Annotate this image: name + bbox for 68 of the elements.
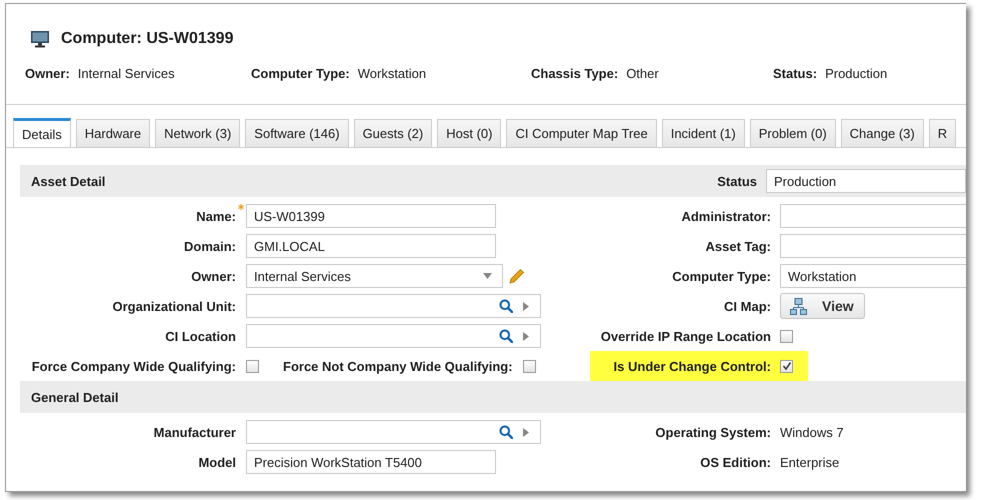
search-icon[interactable] xyxy=(499,299,513,313)
expand-arrow-icon[interactable] xyxy=(523,302,529,310)
tab[interactable]: Guests (2) xyxy=(354,119,432,147)
expand-arrow-icon[interactable] xyxy=(523,332,529,340)
select-field[interactable]: Workstation xyxy=(780,264,966,288)
meta-value: Workstation xyxy=(358,66,426,81)
field-label: Name: xyxy=(195,208,236,224)
lookup-field[interactable] xyxy=(246,324,541,348)
checkbox[interactable] xyxy=(522,360,536,372)
tab[interactable]: Details xyxy=(13,118,71,147)
field-label: CI Map: xyxy=(723,298,771,314)
field-value: Enterprise xyxy=(780,454,840,470)
field-label: Administrator: xyxy=(680,208,771,224)
field-label: Force Company Wide Qualifying: xyxy=(30,358,236,374)
field-label: Computer Type: xyxy=(671,268,771,284)
monitor-icon xyxy=(30,30,50,48)
section-title: General Detail xyxy=(30,390,120,404)
text-field[interactable] xyxy=(780,234,966,258)
tab[interactable]: Problem (0) xyxy=(750,119,836,147)
tab[interactable]: Host (0) xyxy=(437,119,502,147)
text-field[interactable]: Precision WorkStation T5400 xyxy=(246,450,496,474)
page-title: Computer: US-W01399 xyxy=(61,30,234,48)
select-field[interactable]: Internal Services xyxy=(246,264,503,288)
select-field[interactable] xyxy=(780,204,966,228)
field-value: Windows 7 xyxy=(780,424,844,440)
text-field[interactable]: US-W01399 xyxy=(246,204,496,228)
field-label: Override IP Range Location xyxy=(600,328,771,344)
tab[interactable]: Hardware xyxy=(76,119,150,147)
field-label: Organizational Unit: xyxy=(112,298,236,314)
meta-label: Computer Type: xyxy=(251,66,350,81)
field-label: Manufacturer xyxy=(152,424,236,440)
field-label: Force Not Company Wide Qualifying: xyxy=(283,358,513,374)
lookup-field[interactable] xyxy=(246,294,541,318)
meta-value: Internal Services xyxy=(78,66,175,81)
select-field[interactable]: Production xyxy=(766,169,966,193)
meta-value: Production xyxy=(825,66,888,81)
section-title: Asset Detail xyxy=(30,174,106,188)
checkbox[interactable] xyxy=(246,360,259,372)
hierarchy-icon xyxy=(790,298,807,314)
search-icon[interactable] xyxy=(499,329,513,343)
field-label: Operating System: xyxy=(654,424,771,440)
tab[interactable]: Change (3) xyxy=(840,119,924,147)
meta-label: Chassis Type: xyxy=(531,66,618,81)
caret-icon xyxy=(483,273,492,279)
search-icon[interactable] xyxy=(499,425,513,439)
tab[interactable]: R xyxy=(928,119,956,147)
meta-label: Status: xyxy=(773,66,818,81)
field-label: CI Location xyxy=(164,328,236,344)
field-label: OS Edition: xyxy=(699,454,771,470)
checkbox[interactable] xyxy=(780,330,793,342)
field-label: Asset Tag: xyxy=(704,238,771,254)
tab[interactable]: Software (146) xyxy=(245,119,349,147)
tab[interactable]: Incident (1) xyxy=(662,119,745,147)
checkbox[interactable] xyxy=(780,360,793,372)
field-label: Is Under Change Control: xyxy=(612,358,771,374)
field-label: Status xyxy=(716,174,757,188)
tab[interactable]: CI Computer Map Tree xyxy=(506,119,657,147)
tab[interactable]: Network (3) xyxy=(155,119,240,147)
text-field[interactable]: GMI.LOCAL xyxy=(246,234,496,258)
field-label: Model xyxy=(197,454,236,470)
view-button[interactable]: View xyxy=(780,293,865,319)
expand-arrow-icon[interactable] xyxy=(523,428,529,436)
pencil-icon[interactable] xyxy=(509,268,525,284)
field-label: Owner: xyxy=(190,268,236,284)
lookup-field[interactable] xyxy=(246,420,541,444)
field-label: Domain: xyxy=(183,238,236,254)
meta-label: Owner: xyxy=(25,66,70,81)
meta-value: Other xyxy=(626,66,659,81)
